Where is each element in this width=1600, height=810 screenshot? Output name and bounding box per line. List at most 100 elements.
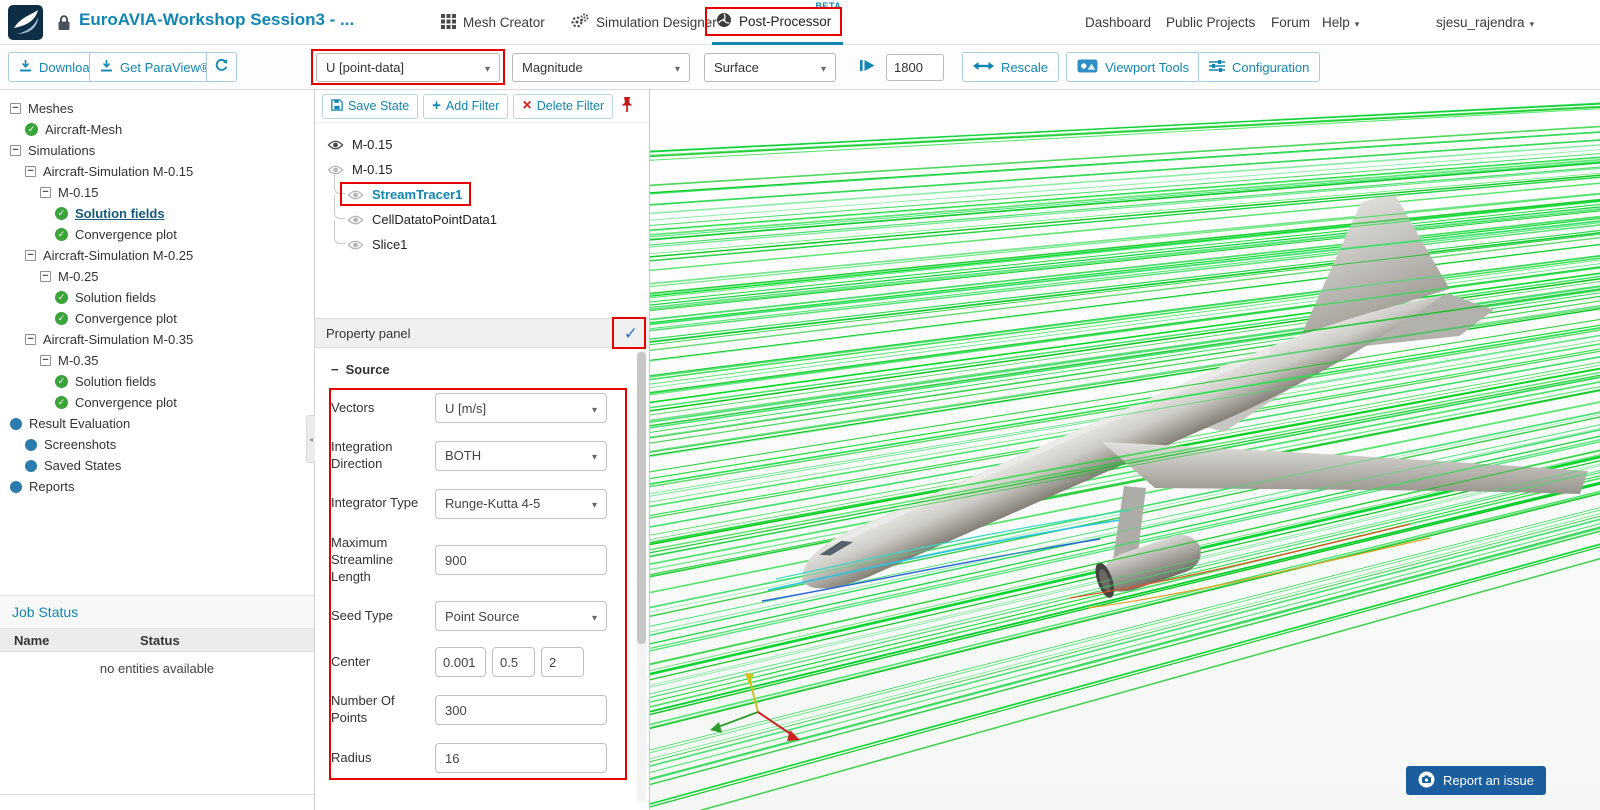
configuration-button[interactable]: Configuration (1198, 52, 1321, 82)
sidebar-item-solution-fields[interactable]: ✓ Solution fields (0, 371, 308, 392)
project-tree-sidebar: − Meshes ✓ Aircraft-Mesh − Simulations − Aircra… (0, 90, 315, 810)
pipeline-item-label: Slice1 (372, 237, 408, 252)
rescale-button[interactable]: Rescale (962, 52, 1059, 82)
sidebar-item-reports[interactable]: Reports (0, 476, 308, 497)
sidebar-item-m-0-35[interactable]: − M-0.35 (0, 350, 308, 371)
sidebar-item-convergence-plot[interactable]: ✓ Convergence plot (0, 224, 308, 245)
select-value: U [m/s] (445, 400, 487, 416)
viewport-tools-label: Viewport Tools (1105, 59, 1190, 75)
collapse-section-icon (331, 362, 339, 377)
play-button[interactable] (852, 52, 883, 82)
pin-panel-button[interactable] (620, 94, 634, 119)
eye-visibility-icon[interactable] (347, 214, 364, 226)
check-icon: ✓ (55, 207, 68, 220)
source-section-header[interactable]: Source (331, 362, 633, 377)
sidebar-item-label: Meshes (28, 101, 74, 116)
caret-icon (584, 496, 597, 511)
render-viewport[interactable]: Report an issue (650, 90, 1600, 810)
property-label: Center (331, 654, 371, 669)
post-processor-toolbar: Download Get ParaView® U [point-data] Ma… (0, 45, 1600, 90)
sidebar-item-saved-states[interactable]: Saved States (0, 455, 308, 476)
sidebar-item-m-0-25[interactable]: − M-0.25 (0, 266, 308, 287)
nav-label: Simulation Designer (596, 15, 717, 30)
sidebar-item-result-evaluation[interactable]: Result Evaluation (0, 413, 308, 434)
sidebar-item-label: Convergence plot (75, 395, 177, 410)
play-icon (859, 58, 876, 76)
user-menu[interactable]: sjesu_rajendra (1436, 0, 1534, 45)
download-icon (100, 59, 113, 75)
vectors-select[interactable]: U [m/s] (435, 393, 607, 423)
gears-icon (570, 13, 589, 32)
integration-direction-select[interactable]: BOTH (435, 440, 607, 471)
nav-simulation-designer[interactable]: Simulation Designer (566, 0, 721, 45)
property-row-number-of-points: Number Of Points (331, 693, 633, 727)
add-filter-button[interactable]: Add Filter (423, 93, 509, 119)
caret-icon (584, 609, 597, 624)
sidebar-item-label: Screenshots (44, 437, 117, 452)
sidebar-item-aircraft-simulation-m-0-35[interactable]: − Aircraft-Simulation M-0.35 (0, 329, 308, 350)
camera-icon (1418, 771, 1435, 791)
sidebar-item-aircraft-mesh[interactable]: ✓ Aircraft-Mesh (0, 119, 308, 140)
eye-visibility-icon[interactable] (347, 239, 364, 251)
maximum-streamline-length-input[interactable] (435, 545, 607, 576)
property-panel-body: Source Vectors U [m/s] Integration Directi… (315, 348, 649, 809)
sidebar-item-solution-fields[interactable]: ✓ Solution fields (0, 203, 308, 224)
pipeline-item-slice1[interactable]: Slice1 (315, 220, 649, 257)
apply-check-button[interactable]: ✓ (624, 325, 638, 342)
eye-visibility-icon[interactable] (327, 139, 344, 151)
representation-dropdown[interactable]: Surface (704, 53, 836, 82)
report-issue-button[interactable]: Report an issue (1405, 766, 1546, 795)
menu-help[interactable]: Help (1322, 0, 1359, 45)
delete-filter-button[interactable]: Delete Filter (513, 93, 614, 119)
sidebar-collapse-handle[interactable]: ◂ (306, 415, 315, 463)
link-public-projects[interactable]: Public Projects (1166, 0, 1255, 45)
center-input-2[interactable] (541, 647, 584, 678)
filter-toolbar: Save State Add Filter Delete Filter (315, 90, 649, 123)
scrollbar-thumb[interactable] (637, 352, 646, 644)
pipeline-item-m-0-15[interactable]: M-0.15 (315, 132, 649, 157)
center-input-0[interactable] (435, 647, 486, 678)
sidebar-item-aircraft-simulation-m-0-25[interactable]: − Aircraft-Simulation M-0.25 (0, 245, 308, 266)
eye-visibility-icon[interactable] (347, 189, 364, 201)
representation-dropdown-value: Surface (714, 60, 759, 75)
radius-input[interactable] (435, 743, 607, 774)
pipeline-item-celldatatopointdata1[interactable]: CellDatatoPointData1 (315, 195, 649, 232)
sidebar-item-screenshots[interactable]: Screenshots (0, 434, 308, 455)
sidebar-item-solution-fields[interactable]: ✓ Solution fields (0, 287, 308, 308)
integrator-type-select[interactable]: Runge-Kutta 4-5 (435, 488, 607, 519)
sidebar-item-label: Convergence plot (75, 311, 177, 326)
link-dashboard[interactable]: Dashboard (1085, 0, 1151, 45)
field-dropdown[interactable]: U [point-data] (316, 53, 500, 82)
pipeline-item-streamtracer1[interactable]: StreamTracer1 (315, 170, 649, 207)
pipeline-item-m-0-15[interactable]: M-0.15 (315, 157, 649, 182)
nav-post-processor[interactable]: BETA Post-Processor (712, 0, 844, 45)
get-paraview-button[interactable]: Get ParaView® (89, 52, 221, 82)
field-dropdown-value: U [point-data] (326, 60, 405, 75)
refresh-button[interactable] (206, 52, 237, 82)
center-input-1[interactable] (492, 647, 535, 678)
user-name: sjesu_rajendra (1436, 15, 1525, 30)
nav-label: Mesh Creator (463, 15, 545, 30)
tree-connector (334, 170, 345, 194)
sidebar-item-convergence-plot[interactable]: ✓ Convergence plot (0, 308, 308, 329)
dot-icon (25, 459, 37, 472)
job-status-title: Job Status (0, 596, 314, 629)
link-forum[interactable]: Forum (1271, 0, 1310, 45)
seed-type-select[interactable]: Point Source (435, 601, 607, 632)
number-of-points-input[interactable] (435, 695, 607, 726)
chevron-down-icon (1350, 15, 1360, 30)
app-logo-icon[interactable] (8, 5, 43, 40)
property-label: Maximum Streamline Length (331, 534, 394, 584)
sidebar-item-simulations[interactable]: − Simulations (0, 140, 308, 161)
sidebar-item-m-0-15[interactable]: − M-0.15 (0, 182, 308, 203)
sidebar-item-convergence-plot[interactable]: ✓ Convergence plot (0, 392, 308, 413)
sliders-icon (1209, 59, 1225, 76)
component-dropdown[interactable]: Magnitude (512, 53, 690, 82)
sidebar-item-aircraft-simulation-m-0-15[interactable]: − Aircraft-Simulation M-0.15 (0, 161, 308, 182)
viewport-tools-button[interactable]: Viewport Tools (1066, 52, 1201, 82)
nav-mesh-creator[interactable]: Mesh Creator (437, 0, 549, 45)
sidebar-item-meshes[interactable]: − Meshes (0, 98, 308, 119)
viewport-3d-scene[interactable] (650, 90, 1600, 810)
save-state-button[interactable]: Save State (322, 93, 419, 119)
frame-number-input[interactable] (886, 54, 944, 81)
